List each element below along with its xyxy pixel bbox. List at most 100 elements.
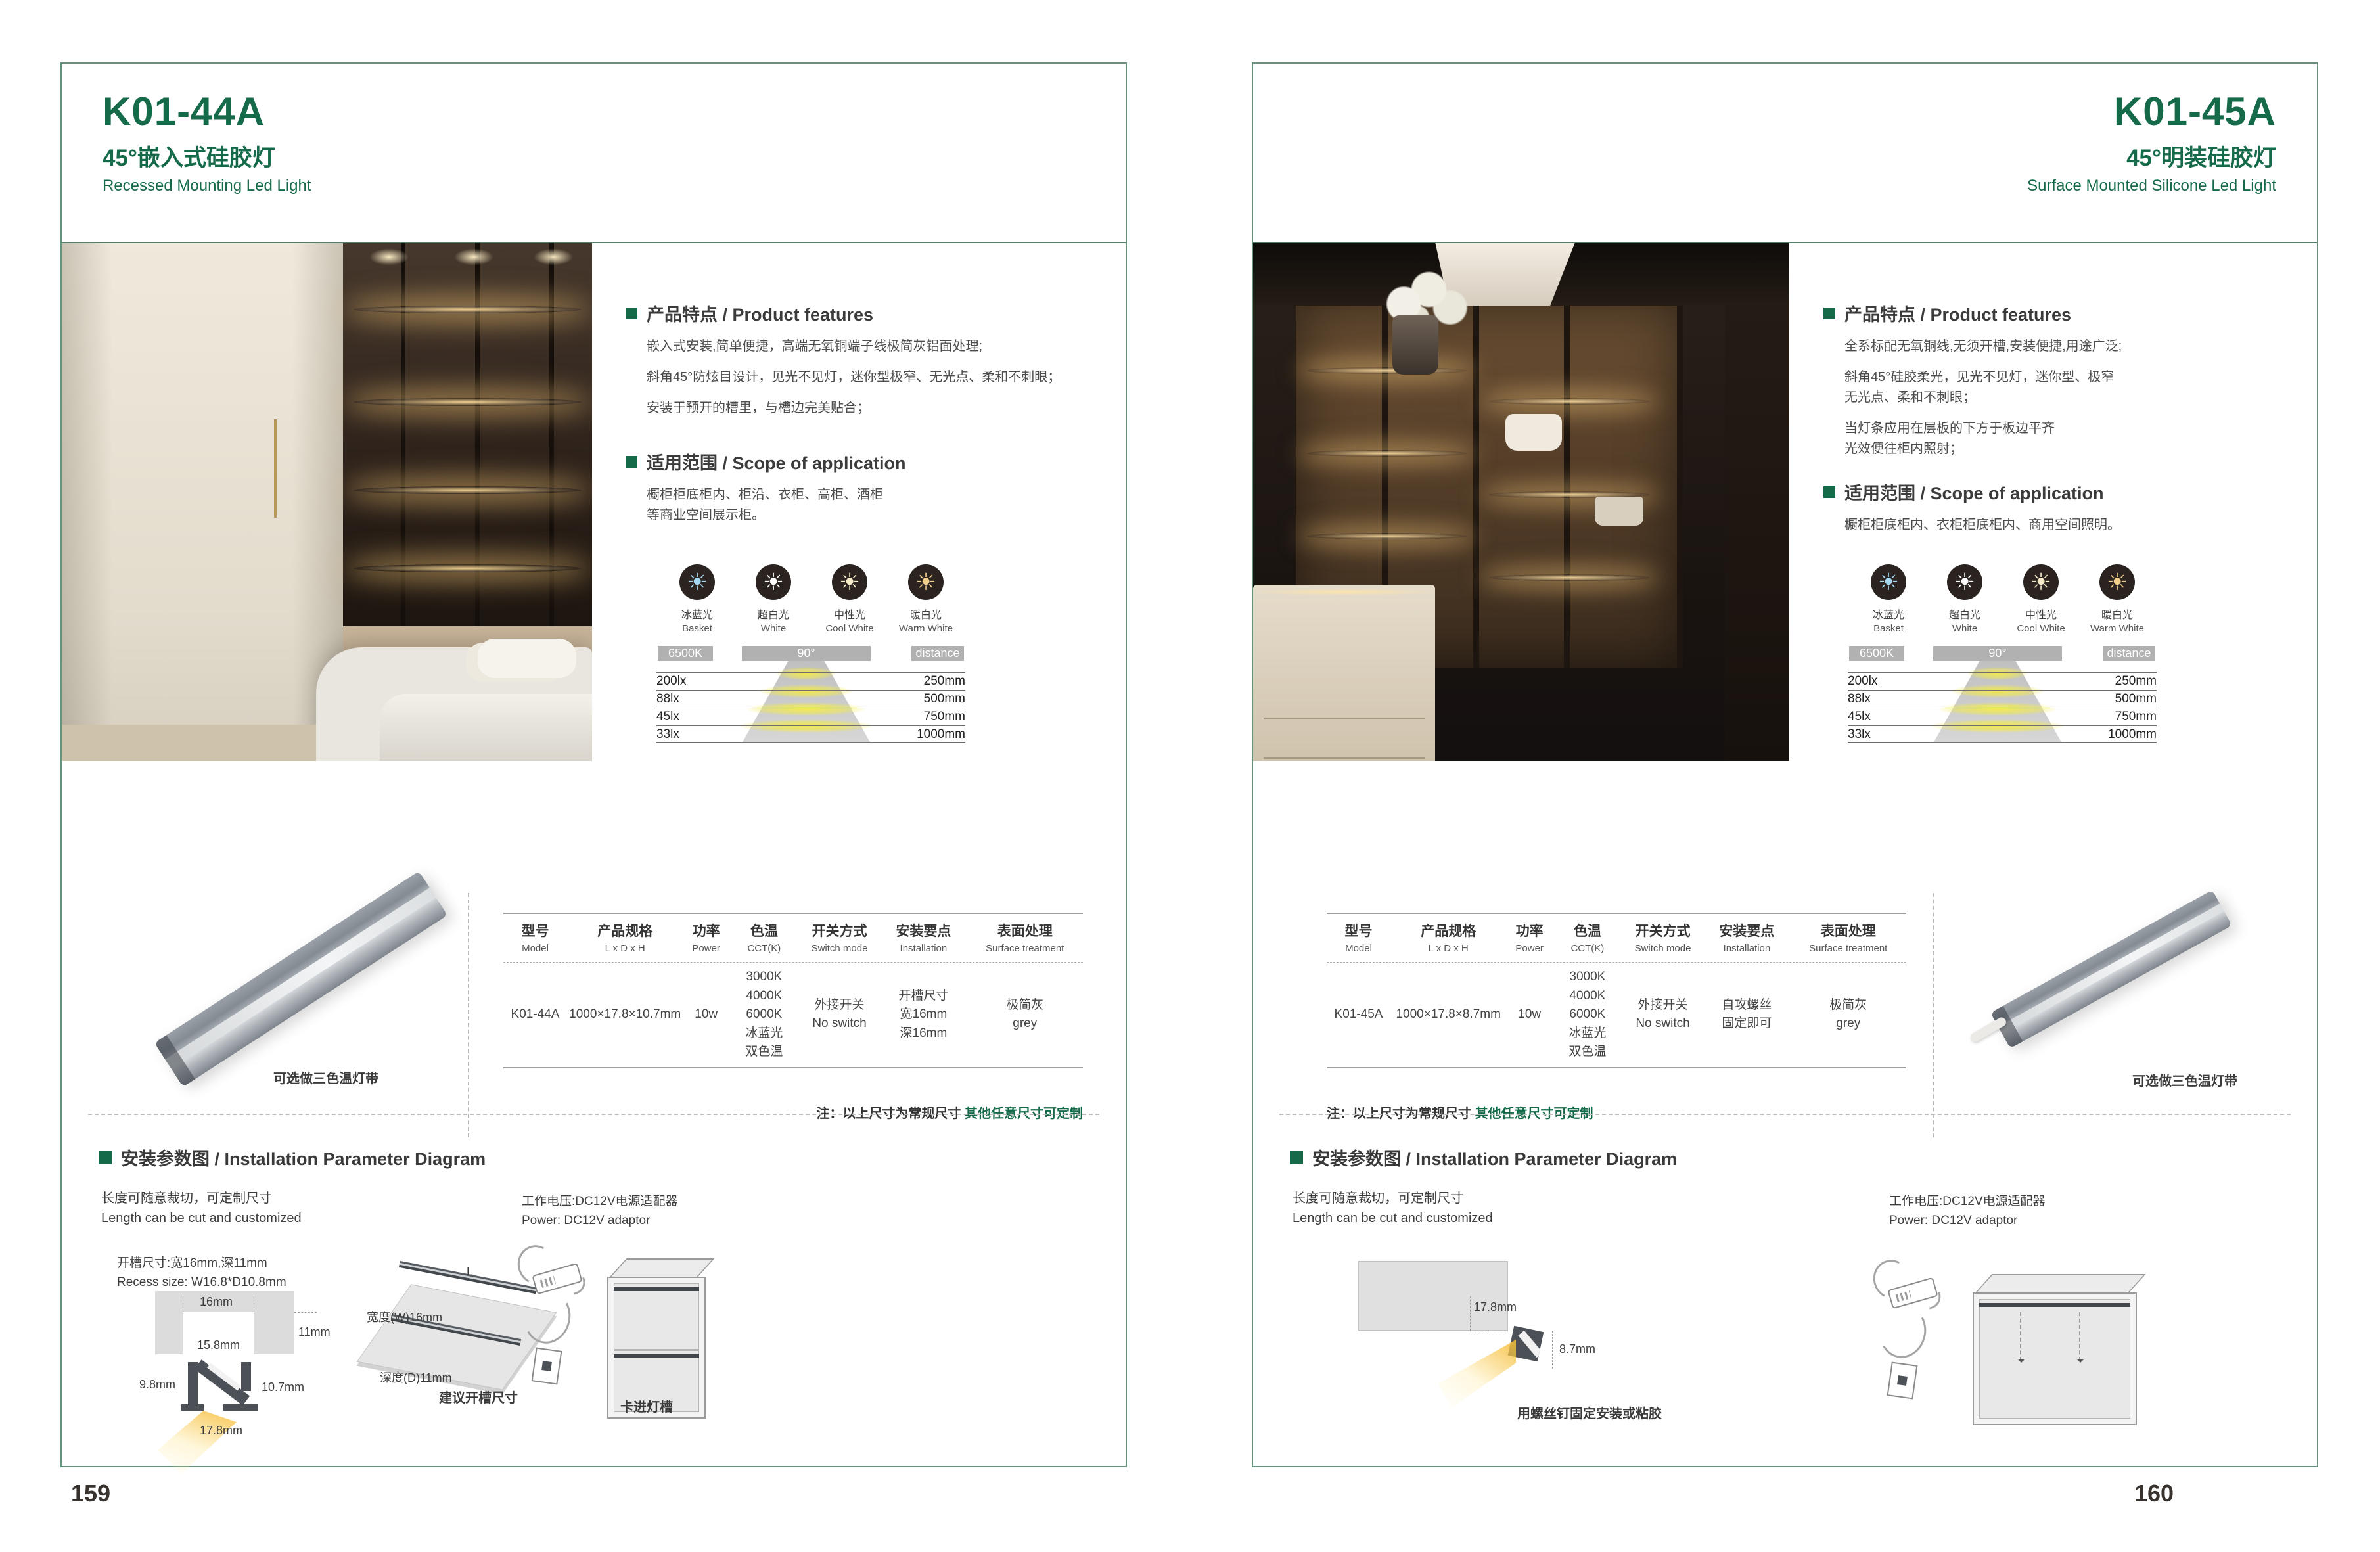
section-bullet <box>626 456 637 468</box>
size-note: 注：以上尺寸为常规尺寸 其他任意尺寸可定制 <box>503 1103 1083 1122</box>
scope-text: 橱柜柜底柜内、衣柜柜底柜内、商用空间照明。 <box>1844 515 2270 536</box>
spec-model: K01-45A <box>1327 1005 1390 1024</box>
light-mode-label-cn: 暖白光 <box>896 606 956 622</box>
dim-10-7mm: 10.7mm <box>262 1381 304 1394</box>
led-strip-position <box>614 1354 699 1358</box>
photo-door-handle <box>274 419 277 518</box>
profile-led-strip <box>165 888 436 1069</box>
scope-heading-text: 适用范围 / Scope of application <box>1844 479 2104 505</box>
features-heading-text: 产品特点 / Product features <box>1844 300 2071 326</box>
light-mode-label-cn: 中性光 <box>819 606 880 622</box>
beam-angle-bar: 90° <box>742 646 871 661</box>
cabinet-shelf <box>614 1349 699 1351</box>
light-mode-label-en: Cool White <box>819 623 880 634</box>
cabinet-interior <box>614 1283 699 1412</box>
spec-table-row: K01-44A 1000×17.8×10.7mm 10w 3000K 4000K… <box>503 963 1083 1068</box>
installation-heading: 安装参数图 / Installation Parameter Diagram <box>1290 1145 1677 1170</box>
install-guide-line <box>2079 1312 2080 1361</box>
light-mode-label-en: Basket <box>1858 623 1919 634</box>
spec-surface: 极简灰 grey <box>1791 996 1906 1034</box>
product-photo <box>1253 243 1789 761</box>
page-number-left: 159 <box>71 1480 110 1507</box>
spec-cct: 3000K 4000K 6000K 冰蓝光 双色温 <box>729 968 799 1062</box>
feature-line: 嵌入式安装,简单便捷，高端无氧铜端子线极简灰铝面处理; <box>647 336 1092 357</box>
spec-size: 1000×17.8×10.7mm <box>567 1005 683 1024</box>
dim-depth: 深度(D)11mm <box>380 1369 452 1386</box>
install-guide-line <box>2020 1312 2021 1361</box>
spec-switch: 外接开关 No switch <box>799 996 880 1034</box>
cable <box>518 1287 576 1349</box>
header-cell: 功率Power <box>683 921 729 954</box>
catalog-page-left: K01-44A 45°嵌入式硅胶灯 Recessed Mounting Led … <box>60 62 1127 1467</box>
photo-island-cabinet <box>1253 585 1435 761</box>
section-bullet <box>99 1151 112 1164</box>
mount-caption: 用螺丝钉固定安装或粘胶 <box>1517 1403 1662 1422</box>
sun-icon: ☀ <box>756 564 791 600</box>
product-title-cn: 45°嵌入式硅胶灯 <box>103 139 311 173</box>
photometric-row: 88lx 500mm <box>656 690 965 708</box>
photo-ceiling-spot <box>454 248 493 265</box>
light-mode-icons: ☀ 冰蓝光 Basket ☀ 超白光 White ☀ 中性光 Cool Whit… <box>667 564 965 634</box>
features-heading: 产品特点 / Product features <box>1823 300 2270 326</box>
photometric-row: 33lx 1000mm <box>1848 725 2157 743</box>
photo-shading <box>62 243 343 761</box>
product-model: K01-44A <box>103 89 311 134</box>
spec-installation: 自攻螺丝 固定即可 <box>1703 996 1790 1034</box>
photometric-row: 200lx 250mm <box>1848 672 2157 690</box>
section-divider <box>1279 1114 2291 1115</box>
light-mode-cool-white: ☀ 中性光 Cool White <box>2011 564 2071 634</box>
photometric-block: ☀ 冰蓝光 Basket ☀ 超白光 White ☀ 中性光 Cool Whit… <box>656 564 965 746</box>
length-note: 长度可随意裁切，可定制尺寸 Length can be cut and cust… <box>101 1189 302 1228</box>
header-cell: 开关方式Switch mode <box>1622 921 1703 954</box>
photo-door-frame <box>1473 306 1479 668</box>
vertical-divider <box>1933 893 1934 1137</box>
dim-15-8mm: 15.8mm <box>197 1338 240 1352</box>
header-cell: 表面处理Surface treatment <box>1791 921 1906 954</box>
cabinet-top <box>1974 1274 2145 1294</box>
adapter-diagram <box>1871 1260 1950 1457</box>
spec-installation: 开槽尺寸 宽16mm 深16mm <box>880 987 967 1043</box>
dim-line <box>1552 1331 1553 1369</box>
light-mode-label-cn: 中性光 <box>2011 606 2071 622</box>
page-number-right: 160 <box>2134 1480 2174 1507</box>
photo-floor <box>62 725 316 761</box>
product-model: K01-45A <box>2027 89 2276 134</box>
dim-line <box>1470 1296 1471 1331</box>
light-mode-label-cn: 超白光 <box>1934 606 1995 622</box>
spec-power: 10w <box>683 1005 729 1024</box>
photo-drawer-lines <box>1264 718 1425 719</box>
feature-line: 斜角45°硅胶柔光，见光不见灯，迷你型、极窄 无光点、柔和不刺眼； <box>1844 367 2270 408</box>
light-beam <box>1438 1340 1516 1408</box>
scope-text: 橱柜柜底柜内、柜沿、衣柜、高柜、酒柜 等商业空间展示柜。 <box>647 485 1092 526</box>
header-cell: 功率Power <box>1506 921 1553 954</box>
light-mode-warm-white: ☀ 暖白光 Warm White <box>896 564 956 634</box>
cabinet-interior <box>1979 1299 2130 1419</box>
dim-9-8mm: 9.8mm <box>139 1378 175 1392</box>
spec-cct: 3000K 4000K 6000K 冰蓝光 双色温 <box>1553 968 1622 1062</box>
feature-line: 斜角45°防炫目设计，见光不见灯，迷你型极窄、无光点、柔和不刺眼； <box>647 367 1092 388</box>
photo-shelf-light <box>354 306 582 313</box>
spec-switch: 外接开关 No switch <box>1622 996 1703 1034</box>
spec-table-row: K01-45A 1000×17.8×8.7mm 10w 3000K 4000K … <box>1327 963 1906 1068</box>
photometric-table: 6500K 90° distance 200lx 250mm 88lx 500m… <box>656 646 965 746</box>
sun-icon: ☀ <box>832 564 867 600</box>
photo-ceiling-spot <box>534 248 573 265</box>
product-title-en: Recessed Mounting Led Light <box>103 177 311 195</box>
scope-heading: 适用范围 / Scope of application <box>1823 479 2270 505</box>
distance-bar: distance <box>911 646 964 661</box>
scope-heading: 适用范围 / Scope of application <box>626 449 1092 474</box>
photometric-row: 45lx 750mm <box>656 708 965 725</box>
adapter-diagram <box>515 1245 594 1442</box>
header-cell: 色温CCT(K) <box>1553 921 1622 954</box>
header-cell: 产品规格L x D x H <box>567 921 683 954</box>
photo-under-cabinet-glow <box>1253 589 1435 595</box>
sun-icon: ☀ <box>1947 564 1982 600</box>
cct-bar: 6500K <box>1849 646 1904 661</box>
photo-door-frame <box>1677 306 1683 668</box>
sun-icon: ☀ <box>908 564 944 600</box>
aluminium-profile <box>1990 890 2232 1048</box>
product-title-en: Surface Mounted Silicone Led Light <box>2027 177 2276 195</box>
photo-vase <box>1392 315 1438 375</box>
header-cell: 产品规格L x D x H <box>1390 921 1506 954</box>
photometric-row: 33lx 1000mm <box>656 725 965 743</box>
